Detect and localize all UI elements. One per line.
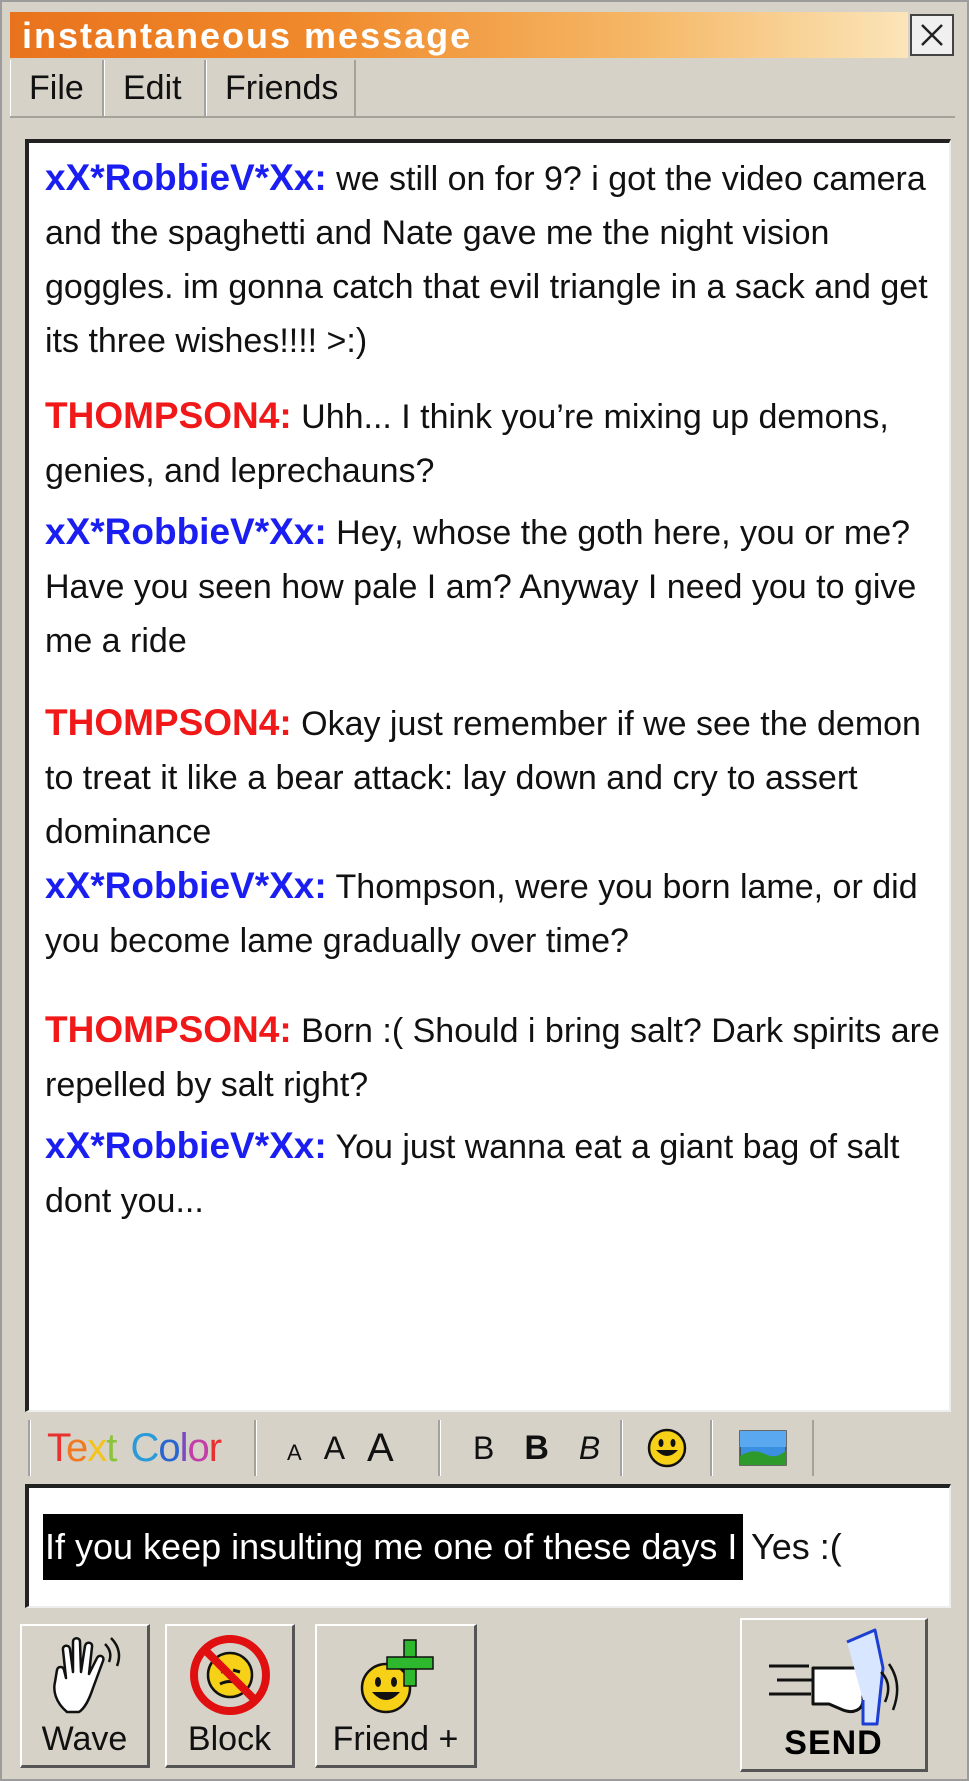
font-size-small-button[interactable]: A: [287, 1440, 302, 1466]
image-icon: [738, 1430, 787, 1466]
message-sender: THOMPSON4:: [45, 395, 292, 436]
font-size-large-button[interactable]: A: [367, 1426, 394, 1471]
add-friend-icon: [317, 1632, 474, 1718]
chat-history[interactable]: xX*RobbieV*Xx: we still on for 9? i got …: [25, 139, 951, 1412]
smiley-icon: [647, 1428, 686, 1468]
text-color-button[interactable]: Text Color: [30, 1420, 256, 1476]
emoticon-button[interactable]: [622, 1420, 712, 1476]
title-bar: instantaneous message: [10, 12, 908, 58]
block-icon: [167, 1632, 292, 1718]
text-color-letter: T: [47, 1425, 67, 1470]
menu-edit[interactable]: Edit: [104, 60, 206, 116]
message-sender: xX*RobbieV*Xx:: [45, 1125, 327, 1166]
text-color-letter: l: [179, 1425, 189, 1470]
window-title: instantaneous message: [22, 15, 473, 56]
toolbar-spacer: [10, 1420, 30, 1476]
close-icon: [921, 24, 943, 46]
im-window: instantaneous message File Edit Friends …: [0, 0, 969, 1781]
text-color-letter: e: [66, 1425, 88, 1470]
bold-light-button[interactable]: B: [473, 1430, 494, 1467]
menu-friends[interactable]: Friends: [206, 60, 356, 116]
text-color-letter: [116, 1426, 126, 1470]
send-button[interactable]: SEND: [740, 1618, 928, 1772]
menu-divider: [10, 116, 955, 118]
format-toolbar: Text Color A A A B B B: [10, 1420, 955, 1476]
chat-message: xX*RobbieV*Xx: Thompson, were you born l…: [45, 859, 945, 968]
send-icon: [742, 1624, 925, 1734]
text-color-label: Text Color: [47, 1425, 222, 1471]
message-sender: THOMPSON4:: [45, 702, 292, 743]
chat-message: xX*RobbieV*Xx: we still on for 9? i got …: [45, 151, 945, 368]
text-color-letter: o: [187, 1425, 210, 1470]
message-sender: THOMPSON4:: [45, 1009, 292, 1050]
font-size-group: A A A: [256, 1420, 440, 1476]
add-friend-button[interactable]: Friend +: [315, 1624, 477, 1768]
close-button[interactable]: [910, 14, 954, 56]
wave-label: Wave: [41, 1720, 128, 1758]
selected-text: If you keep insulting me one of these da…: [43, 1514, 744, 1580]
menu-file[interactable]: File: [10, 60, 104, 116]
italic-button[interactable]: B: [579, 1430, 600, 1467]
chat-message: THOMPSON4: Okay just remember if we see …: [45, 696, 945, 859]
bold-button[interactable]: B: [524, 1429, 549, 1468]
menu-bar: File Edit Friends: [10, 60, 356, 116]
message-sender: xX*RobbieV*Xx:: [45, 865, 327, 906]
message-sender: xX*RobbieV*Xx:: [45, 511, 327, 552]
block-label: Block: [187, 1720, 272, 1758]
insert-image-button[interactable]: [712, 1420, 814, 1476]
font-size-medium-button[interactable]: A: [324, 1430, 345, 1467]
add-friend-label: Friend +: [332, 1720, 459, 1758]
text-color-letter: o: [158, 1425, 180, 1470]
wave-icon: [22, 1632, 147, 1718]
send-label: SEND: [784, 1724, 883, 1762]
chat-message: THOMPSON4: Born :( Should i bring salt? …: [45, 1003, 945, 1112]
message-input[interactable]: If you keep insulting me one of these da…: [25, 1484, 951, 1608]
chat-message: xX*RobbieV*Xx: Hey, whose the goth here,…: [45, 505, 945, 668]
chat-message: THOMPSON4: Uhh... I think you’re mixing …: [45, 389, 945, 498]
chat-message: xX*RobbieV*Xx: You just wanna eat a gian…: [45, 1119, 945, 1228]
text-color-letter: C: [130, 1425, 160, 1470]
font-style-group: B B B: [440, 1420, 622, 1476]
message-sender: xX*RobbieV*Xx:: [45, 157, 327, 198]
text-color-letter: r: [208, 1425, 222, 1470]
typed-text: Yes :(: [751, 1526, 842, 1567]
text-color-letter: t: [106, 1425, 117, 1470]
wave-button[interactable]: Wave: [20, 1624, 150, 1768]
text-color-letter: x: [87, 1425, 107, 1470]
block-button[interactable]: Block: [165, 1624, 295, 1768]
